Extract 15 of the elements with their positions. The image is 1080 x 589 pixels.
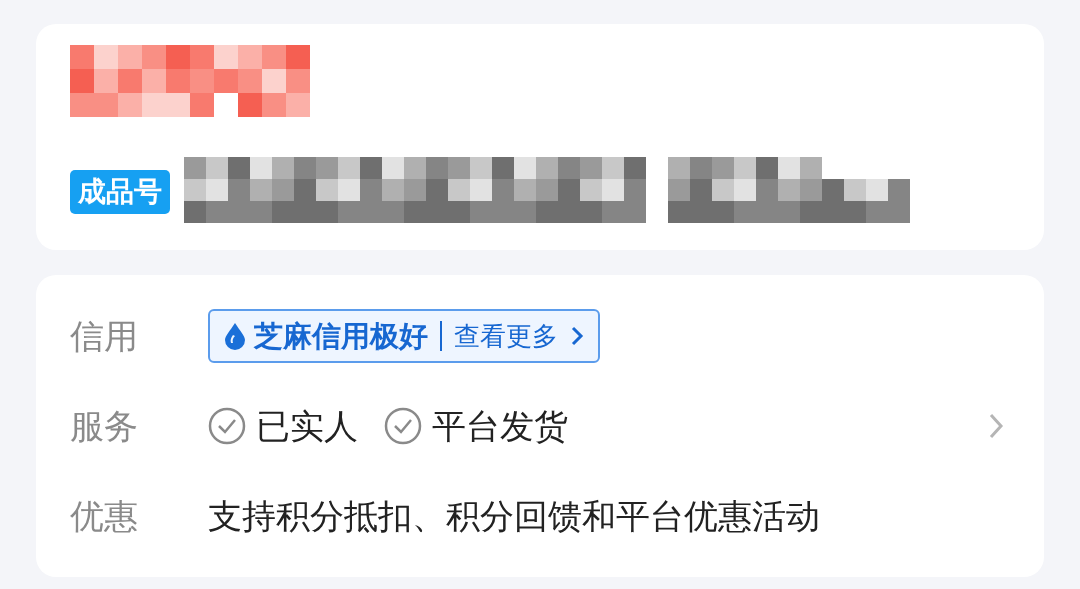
check-circle-icon bbox=[208, 407, 246, 445]
row-label: 优惠 bbox=[70, 499, 139, 533]
chevron-right-icon[interactable] bbox=[988, 412, 1004, 440]
chevron-right-icon bbox=[570, 325, 584, 347]
service-tag: 已实人 bbox=[256, 409, 358, 443]
credit-rating: 芝麻信用极好 bbox=[254, 321, 428, 351]
service-tag: 平台发货 bbox=[432, 409, 568, 443]
check-circle-icon bbox=[384, 407, 422, 445]
row-label: 服务 bbox=[70, 409, 139, 443]
water-drop-icon bbox=[224, 322, 246, 350]
credit-badge[interactable]: 芝麻信用极好 查看更多 bbox=[208, 309, 600, 363]
promotion-text: 支持积分抵扣、积分回馈和平台优惠活动 bbox=[208, 499, 820, 533]
view-more-link[interactable]: 查看更多 bbox=[454, 323, 558, 349]
product-badge: 成品号 bbox=[70, 170, 170, 214]
row-label: 信用 bbox=[70, 319, 139, 353]
